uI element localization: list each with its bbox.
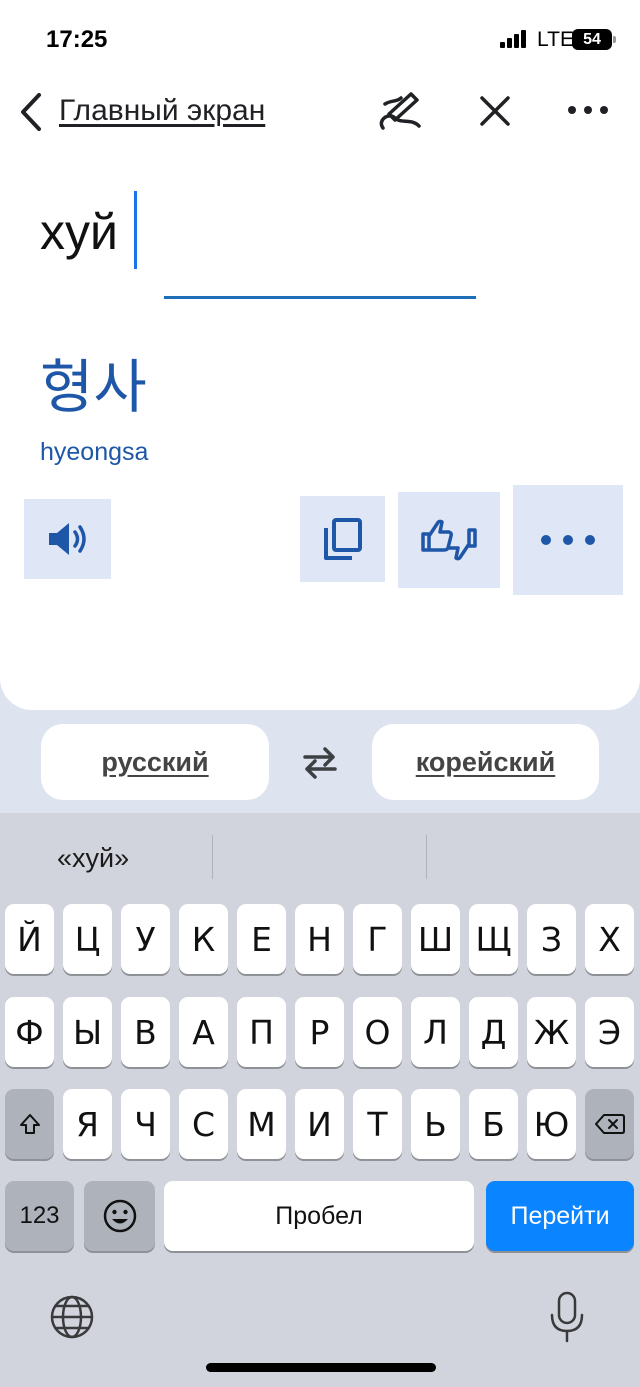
- key[interactable]: П: [237, 997, 286, 1067]
- network-label: LTE: [537, 28, 574, 51]
- key[interactable]: Г: [353, 904, 402, 974]
- key[interactable]: Ч: [121, 1089, 170, 1159]
- back-button[interactable]: Главный экран: [59, 94, 265, 128]
- more-horizontal-icon: [541, 535, 595, 545]
- microphone-icon[interactable]: [549, 1291, 585, 1343]
- key[interactable]: Ж: [527, 997, 576, 1067]
- shift-key[interactable]: [5, 1089, 54, 1159]
- key[interactable]: Щ: [469, 904, 518, 974]
- key[interactable]: Ц: [63, 904, 112, 974]
- shift-icon: [19, 1114, 40, 1134]
- key[interactable]: О: [353, 997, 402, 1067]
- key[interactable]: Ф: [5, 997, 54, 1067]
- close-icon[interactable]: [476, 92, 514, 130]
- key[interactable]: Д: [469, 997, 518, 1067]
- swap-languages-icon[interactable]: [299, 745, 341, 781]
- more-actions-button[interactable]: [513, 485, 623, 595]
- key[interactable]: Т: [353, 1089, 402, 1159]
- emoji-icon: [103, 1199, 136, 1233]
- suggestion-item[interactable]: «хуй»: [57, 843, 129, 874]
- key[interactable]: Й: [5, 904, 54, 974]
- key[interactable]: Л: [411, 997, 460, 1067]
- back-chevron-icon[interactable]: [16, 90, 46, 134]
- key[interactable]: З: [527, 904, 576, 974]
- more-options-icon[interactable]: [566, 98, 610, 122]
- translation-card: Главный экран 형사 hyeongsa: [0, 78, 640, 710]
- key[interactable]: И: [295, 1089, 344, 1159]
- key[interactable]: Ш: [411, 904, 460, 974]
- key[interactable]: В: [121, 997, 170, 1067]
- key[interactable]: Е: [237, 904, 286, 974]
- suggestion-divider: [426, 835, 427, 879]
- speak-button[interactable]: [24, 499, 111, 579]
- key[interactable]: Н: [295, 904, 344, 974]
- go-key[interactable]: Перейти: [486, 1181, 634, 1251]
- space-key[interactable]: Пробел: [164, 1181, 474, 1251]
- key[interactable]: Ь: [411, 1089, 460, 1159]
- key[interactable]: Р: [295, 997, 344, 1067]
- key[interactable]: Я: [63, 1089, 112, 1159]
- key[interactable]: Б: [469, 1089, 518, 1159]
- translation-text: 형사: [40, 353, 147, 421]
- source-language-button[interactable]: русский: [41, 724, 269, 800]
- globe-icon[interactable]: [48, 1293, 96, 1341]
- signal-icon: [500, 30, 528, 48]
- backspace-key[interactable]: [585, 1089, 634, 1159]
- key[interactable]: К: [179, 904, 228, 974]
- key[interactable]: У: [121, 904, 170, 974]
- handwriting-icon[interactable]: [375, 90, 423, 134]
- copy-button[interactable]: [300, 496, 385, 582]
- status-bar: 17:25 LTE 54: [0, 0, 640, 78]
- copy-icon: [323, 518, 362, 560]
- keyboard: «хуй» Й Ц У К Е Н Г Ш Щ З Х Ф Ы В А П Р …: [0, 813, 640, 1387]
- battery-icon: 54: [572, 29, 616, 50]
- text-caret: [134, 191, 137, 269]
- source-text-input[interactable]: [40, 190, 460, 274]
- input-underline: [164, 296, 476, 299]
- key[interactable]: А: [179, 997, 228, 1067]
- thumbs-up-down-icon: [421, 519, 477, 561]
- transliteration-text: hyeongsa: [40, 438, 149, 466]
- numbers-key[interactable]: 123: [5, 1181, 74, 1251]
- target-language-button[interactable]: корейский: [372, 724, 599, 800]
- backspace-icon: [594, 1114, 625, 1134]
- speaker-icon: [48, 523, 86, 555]
- status-time: 17:25: [46, 26, 108, 53]
- key[interactable]: Ю: [527, 1089, 576, 1159]
- rate-translation-button[interactable]: [398, 492, 500, 588]
- key[interactable]: Х: [585, 904, 634, 974]
- key[interactable]: С: [179, 1089, 228, 1159]
- key[interactable]: М: [237, 1089, 286, 1159]
- home-indicator: [206, 1363, 436, 1372]
- suggestion-divider: [212, 835, 213, 879]
- key[interactable]: Ы: [63, 997, 112, 1067]
- emoji-key[interactable]: [84, 1181, 155, 1251]
- key[interactable]: Э: [585, 997, 634, 1067]
